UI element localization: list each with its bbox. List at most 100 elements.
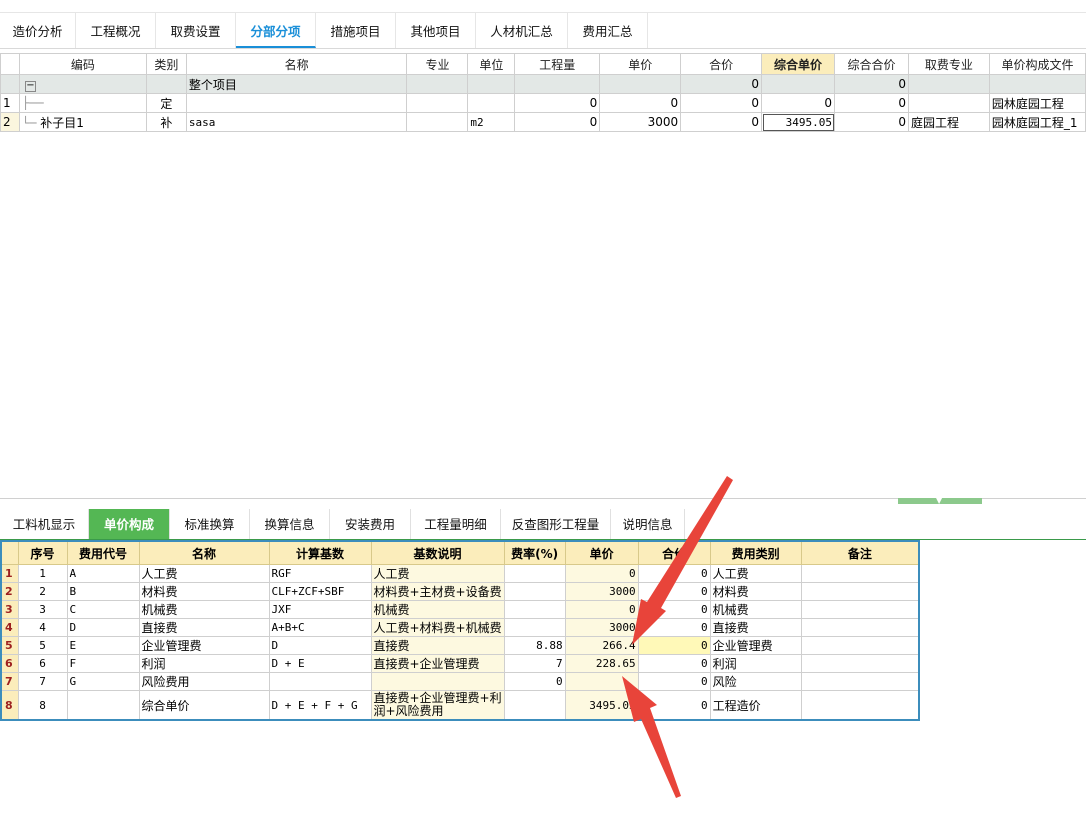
col-fee-category[interactable]: 费用类别 (709, 540, 802, 565)
calc-base-cell[interactable]: D (268, 636, 372, 655)
tab-quantity-details[interactable]: 工程量明细 (411, 509, 501, 539)
col-note[interactable]: 备注 (800, 540, 920, 565)
rate-cell[interactable]: 0 (503, 672, 566, 691)
col-composite-total[interactable]: 综合合价 (834, 53, 909, 75)
table-row[interactable]: 6 6 F 利润 D + E 直接费+企业管理费 7 228.65 0 利润 (0, 654, 920, 673)
col-total[interactable]: 合价 (680, 53, 763, 75)
price-cell[interactable]: 0 (599, 93, 682, 113)
col-code[interactable]: 编码 (18, 53, 147, 75)
col-calc-base[interactable]: 计算基数 (268, 540, 372, 565)
fee-category-cell[interactable]: 人工费 (709, 564, 802, 583)
calc-base-cell[interactable] (268, 672, 372, 691)
fee-code-cell[interactable]: A (66, 564, 140, 583)
tab-standard-conversion[interactable]: 标准换算 (170, 509, 250, 539)
name-cell[interactable]: 风险费用 (138, 672, 270, 691)
tab-install-fees[interactable]: 安装费用 (330, 509, 411, 539)
composite-price-cell[interactable]: 0 (761, 93, 836, 113)
note-cell[interactable] (800, 564, 920, 583)
qty-cell[interactable]: 0 (514, 112, 601, 132)
rate-cell[interactable] (503, 690, 566, 721)
col-seq[interactable]: 序号 (17, 540, 68, 565)
col-price[interactable]: 单价 (599, 53, 682, 75)
seq-cell[interactable]: 8 (17, 690, 68, 721)
calc-base-cell[interactable]: JXF (268, 600, 372, 619)
fee-code-cell[interactable]: C (66, 600, 140, 619)
tab-unit-price-composition[interactable]: 单价构成 (89, 509, 170, 539)
tab-description-info[interactable]: 说明信息 (611, 509, 685, 539)
note-cell[interactable] (800, 690, 920, 721)
fee-major-cell[interactable]: 庭园工程 (907, 112, 990, 132)
col-quantity[interactable]: 工程量 (514, 53, 601, 75)
fee-code-cell[interactable]: D (66, 618, 140, 637)
tab-labor-material-summary[interactable]: 人材机汇总 (476, 13, 568, 48)
unit-cell[interactable]: m2 (467, 112, 516, 132)
col-composite-price[interactable]: 综合单价 (761, 53, 836, 75)
calc-base-cell[interactable]: D + E + F + G (268, 690, 372, 721)
collapse-icon[interactable]: − (18, 74, 147, 94)
col-base-desc[interactable]: 基数说明 (370, 540, 505, 565)
tab-fee-summary[interactable]: 费用汇总 (568, 13, 648, 48)
table-row[interactable]: 2 2 B 材料费 CLF+ZCF+SBF 材料费+主材费+设备费 3000 0 材料费 (0, 582, 920, 601)
code-cell[interactable]: ├── (18, 93, 147, 113)
tab-labor-material-display[interactable]: 工料机显示 (0, 509, 89, 539)
note-cell[interactable] (800, 600, 920, 619)
fee-code-cell[interactable]: G (66, 672, 140, 691)
name-cell[interactable]: 机械费 (138, 600, 270, 619)
seq-cell[interactable]: 5 (17, 636, 68, 655)
fee-category-cell[interactable]: 企业管理费 (709, 636, 802, 655)
table-row[interactable]: 1 1 A 人工费 RGF 人工费 0 0 人工费 (0, 564, 920, 583)
name-cell[interactable]: sasa (185, 112, 408, 132)
note-cell[interactable] (800, 672, 920, 691)
fee-code-cell[interactable]: B (66, 582, 140, 601)
note-cell[interactable] (800, 582, 920, 601)
fee-major-cell[interactable] (907, 93, 990, 113)
table-row[interactable]: 2 └─ 补子目1 补 sasa m2 0 3000 0 3495.05 0 庭… (0, 112, 1086, 132)
table-row[interactable]: 5 5 E 企业管理费 D 直接费 8.88 266.4 0 企业管理费 (0, 636, 920, 655)
rate-cell[interactable] (503, 618, 566, 637)
calc-base-cell[interactable]: CLF+ZCF+SBF (268, 582, 372, 601)
type-cell[interactable]: 定 (145, 93, 187, 113)
name-cell[interactable]: 综合单价 (138, 690, 270, 721)
note-cell[interactable] (800, 636, 920, 655)
fee-category-cell[interactable]: 直接费 (709, 618, 802, 637)
seq-cell[interactable]: 4 (17, 618, 68, 637)
composite-price-cell[interactable]: 3495.05 (761, 112, 836, 132)
col-name[interactable]: 名称 (185, 53, 408, 75)
tab-other-items[interactable]: 其他项目 (396, 13, 476, 48)
col-total[interactable]: 合价 (637, 540, 711, 565)
calc-base-cell[interactable]: A+B+C (268, 618, 372, 637)
tab-fee-settings[interactable]: 取费设置 (156, 13, 236, 48)
name-cell[interactable]: 人工费 (138, 564, 270, 583)
tab-reverse-graphic-quantity[interactable]: 反查图形工程量 (501, 509, 611, 539)
table-row[interactable]: 8 8 综合单价 D + E + F + G 直接费+企业管理费+利润+风险费用 3495… (0, 690, 920, 721)
table-row[interactable]: 7 7 G 风险费用 0 0 风险 (0, 672, 920, 691)
tab-sub-items[interactable]: 分部分项 (236, 13, 316, 48)
col-price-file[interactable]: 单价构成文件 (988, 53, 1086, 75)
qty-cell[interactable]: 0 (514, 93, 601, 113)
fee-category-cell[interactable]: 材料费 (709, 582, 802, 601)
col-rate[interactable]: 费率(%) (503, 540, 566, 565)
name-cell[interactable] (185, 93, 408, 113)
name-cell[interactable]: 直接费 (138, 618, 270, 637)
seq-cell[interactable]: 6 (17, 654, 68, 673)
fee-code-cell[interactable]: E (66, 636, 140, 655)
seq-cell[interactable]: 3 (17, 600, 68, 619)
fee-code-cell[interactable] (66, 690, 140, 721)
rate-cell[interactable] (503, 582, 566, 601)
calc-base-cell[interactable]: D + E (268, 654, 372, 673)
name-cell[interactable]: 利润 (138, 654, 270, 673)
price-file-cell[interactable]: 园林庭园工程 (988, 93, 1086, 113)
rate-cell[interactable] (503, 600, 566, 619)
rate-cell[interactable] (503, 564, 566, 583)
col-major[interactable]: 专业 (406, 53, 469, 75)
calc-base-cell[interactable]: RGF (268, 564, 372, 583)
table-row[interactable]: 1 ├── 定 0 0 0 0 0 园林庭园工程 (0, 93, 1086, 113)
major-cell[interactable] (406, 112, 469, 132)
major-cell[interactable] (406, 93, 469, 113)
fee-category-cell[interactable]: 利润 (709, 654, 802, 673)
table-row[interactable]: 4 4 D 直接费 A+B+C 人工费+材料费+机械费 3000 0 直接费 (0, 618, 920, 637)
note-cell[interactable] (800, 654, 920, 673)
code-cell[interactable]: └─ 补子目1 (18, 112, 147, 132)
col-unit-price[interactable]: 单价 (564, 540, 639, 565)
col-unit[interactable]: 单位 (467, 53, 516, 75)
